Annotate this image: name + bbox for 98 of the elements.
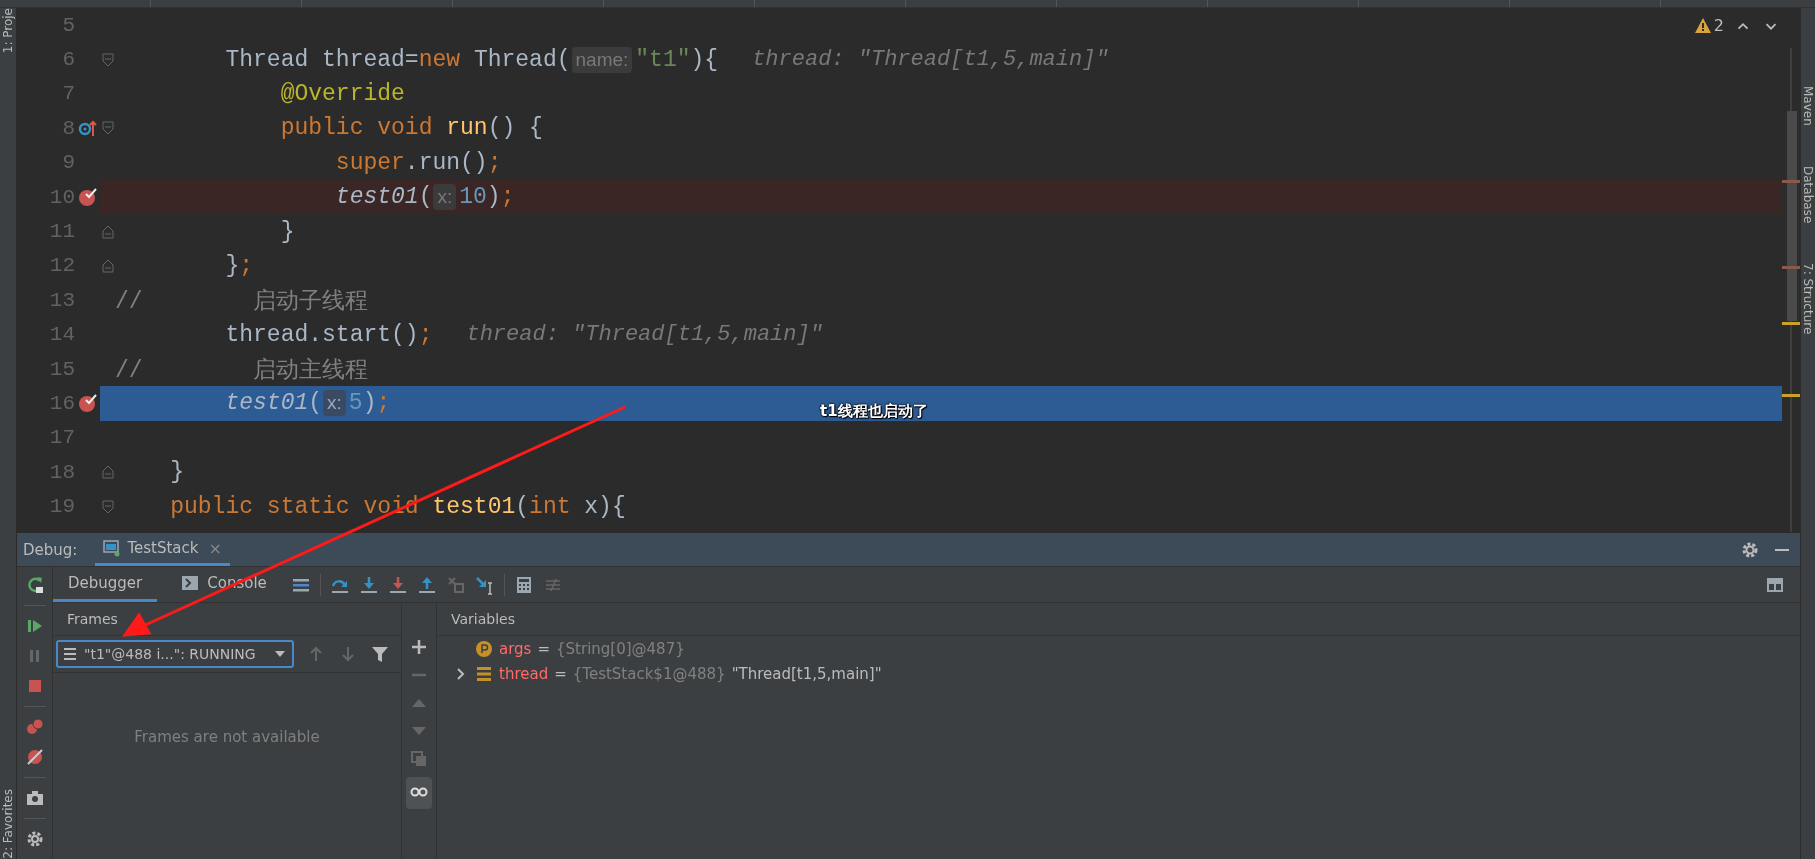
- fold-marker-icon[interactable]: [101, 499, 114, 514]
- code-text: ;: [418, 321, 433, 348]
- line-number: 6: [61, 48, 75, 72]
- code-text: ;: [500, 184, 515, 211]
- add-icon[interactable]: [409, 637, 429, 657]
- code-text: run: [446, 115, 488, 142]
- code-text: }: [169, 459, 184, 486]
- code-text: super: [334, 149, 405, 176]
- code-text: public void: [279, 115, 434, 142]
- panel-title: Debug:: [23, 540, 78, 559]
- camera-icon[interactable]: [24, 788, 45, 808]
- step-into-icon[interactable]: [358, 574, 379, 595]
- parameter-icon: [475, 639, 493, 658]
- fold-marker-icon[interactable]: [101, 52, 114, 67]
- variable-type: {TestStack$1@488}: [572, 664, 726, 683]
- fold-end-marker-icon[interactable]: [101, 224, 114, 239]
- code-text: Thread thread=: [224, 46, 419, 73]
- code-text: test01: [334, 184, 419, 211]
- line-number: 12: [48, 254, 75, 278]
- list-icon: [64, 647, 76, 661]
- code-text: ): [362, 390, 377, 417]
- thread-dropdown[interactable]: "t1"@488 i...": RUNNING: [56, 640, 294, 668]
- code-text: }: [224, 252, 240, 279]
- caret-icon: [274, 650, 286, 658]
- pane-title: Variables: [437, 603, 1800, 636]
- copy-icon[interactable]: [409, 749, 429, 769]
- line-number: 9: [61, 151, 75, 175]
- tool-window-tab[interactable]: 7: Structure: [1801, 263, 1815, 335]
- code-text: ){: [690, 46, 719, 73]
- line-number: 11: [48, 220, 75, 244]
- code-text: }: [279, 218, 295, 245]
- console-icon: [181, 575, 200, 591]
- force-step-into-icon[interactable]: [387, 574, 408, 595]
- line-number: 10: [48, 185, 75, 209]
- code-text: (: [308, 390, 323, 417]
- line-number: 8: [61, 116, 75, 140]
- line-number: 14: [48, 323, 75, 347]
- fold-end-marker-icon[interactable]: [101, 258, 114, 273]
- code-text: @Override: [279, 80, 405, 107]
- code-text: x){: [583, 493, 626, 520]
- code-text: 5: [348, 390, 363, 417]
- code-text: (: [515, 493, 530, 520]
- code-text: (: [418, 184, 433, 211]
- code-text: test01: [432, 493, 516, 520]
- code-comment: // 启动主线程: [115, 356, 369, 385]
- code-text: ;: [239, 252, 254, 279]
- fold-end-marker-icon[interactable]: [101, 465, 114, 480]
- inline-debug-value: thread: "Thread[t1,5,main]": [466, 322, 823, 348]
- parameter-hint: name:: [571, 46, 633, 73]
- code-text: test01: [224, 390, 309, 417]
- variable-name: thread: [499, 664, 549, 683]
- variable-name: args: [499, 639, 532, 658]
- drop-frame-icon[interactable]: [445, 574, 466, 595]
- warning-count[interactable]: 2: [1694, 16, 1724, 35]
- variable-value: "Thread[t1,5,main]": [731, 664, 882, 683]
- panel-tab[interactable]: Debugger: [53, 567, 158, 602]
- line-number: 17: [48, 426, 75, 450]
- code-text: new: [418, 46, 461, 73]
- breakpoint-icon[interactable]: [76, 392, 99, 415]
- window-icon: [103, 539, 122, 557]
- annotation-note: t1线程也启动了: [820, 402, 928, 421]
- tool-window-tab[interactable]: Database: [1801, 165, 1815, 224]
- line-number: 7: [61, 82, 75, 106]
- code-text: Thread(: [472, 46, 571, 73]
- fold-marker-icon[interactable]: [101, 121, 114, 136]
- line-number: 19: [48, 495, 75, 519]
- code-text: thread.start(): [224, 321, 419, 348]
- code-text: .run(): [404, 149, 488, 176]
- tool-window-tab[interactable]: 1: Proje: [1, 8, 15, 54]
- variable-type: {String[0]@487}: [556, 639, 685, 658]
- code-text: int: [529, 493, 571, 520]
- inline-debug-value: thread: "Thread[t1,5,main]": [752, 47, 1109, 73]
- code-text: 10: [459, 184, 487, 211]
- line-number: 18: [48, 460, 75, 484]
- code-text: "t1": [635, 46, 691, 73]
- equals-sign: =: [554, 664, 567, 683]
- line-number: 13: [48, 288, 75, 312]
- breakpoint-icon[interactable]: [76, 186, 99, 209]
- code-text: ;: [376, 390, 391, 417]
- code-text: ;: [487, 149, 502, 176]
- parameter-hint: x:: [433, 184, 457, 211]
- field-icon: [475, 664, 493, 683]
- line-number: 15: [48, 357, 75, 381]
- session-tab[interactable]: TestStack ×: [95, 533, 230, 566]
- tool-window-tab[interactable]: 2: Favorites: [1, 789, 15, 859]
- equals-sign: =: [537, 639, 550, 658]
- empty-message: Frames are not available: [134, 728, 320, 748]
- tool-window-tab[interactable]: Maven: [1801, 86, 1815, 126]
- code-text: () {: [487, 115, 543, 142]
- code-text: ): [486, 184, 501, 211]
- breakpoints-icon[interactable]: [24, 717, 45, 737]
- run-to-cursor-icon[interactable]: [474, 574, 495, 595]
- line-number: 5: [61, 13, 75, 37]
- parameter-hint: x:: [323, 390, 346, 417]
- override-icon[interactable]: [77, 118, 98, 139]
- filter-icon[interactable]: [370, 644, 390, 664]
- code-comment: // 启动子线程: [115, 287, 369, 316]
- line-number: 16: [48, 392, 75, 415]
